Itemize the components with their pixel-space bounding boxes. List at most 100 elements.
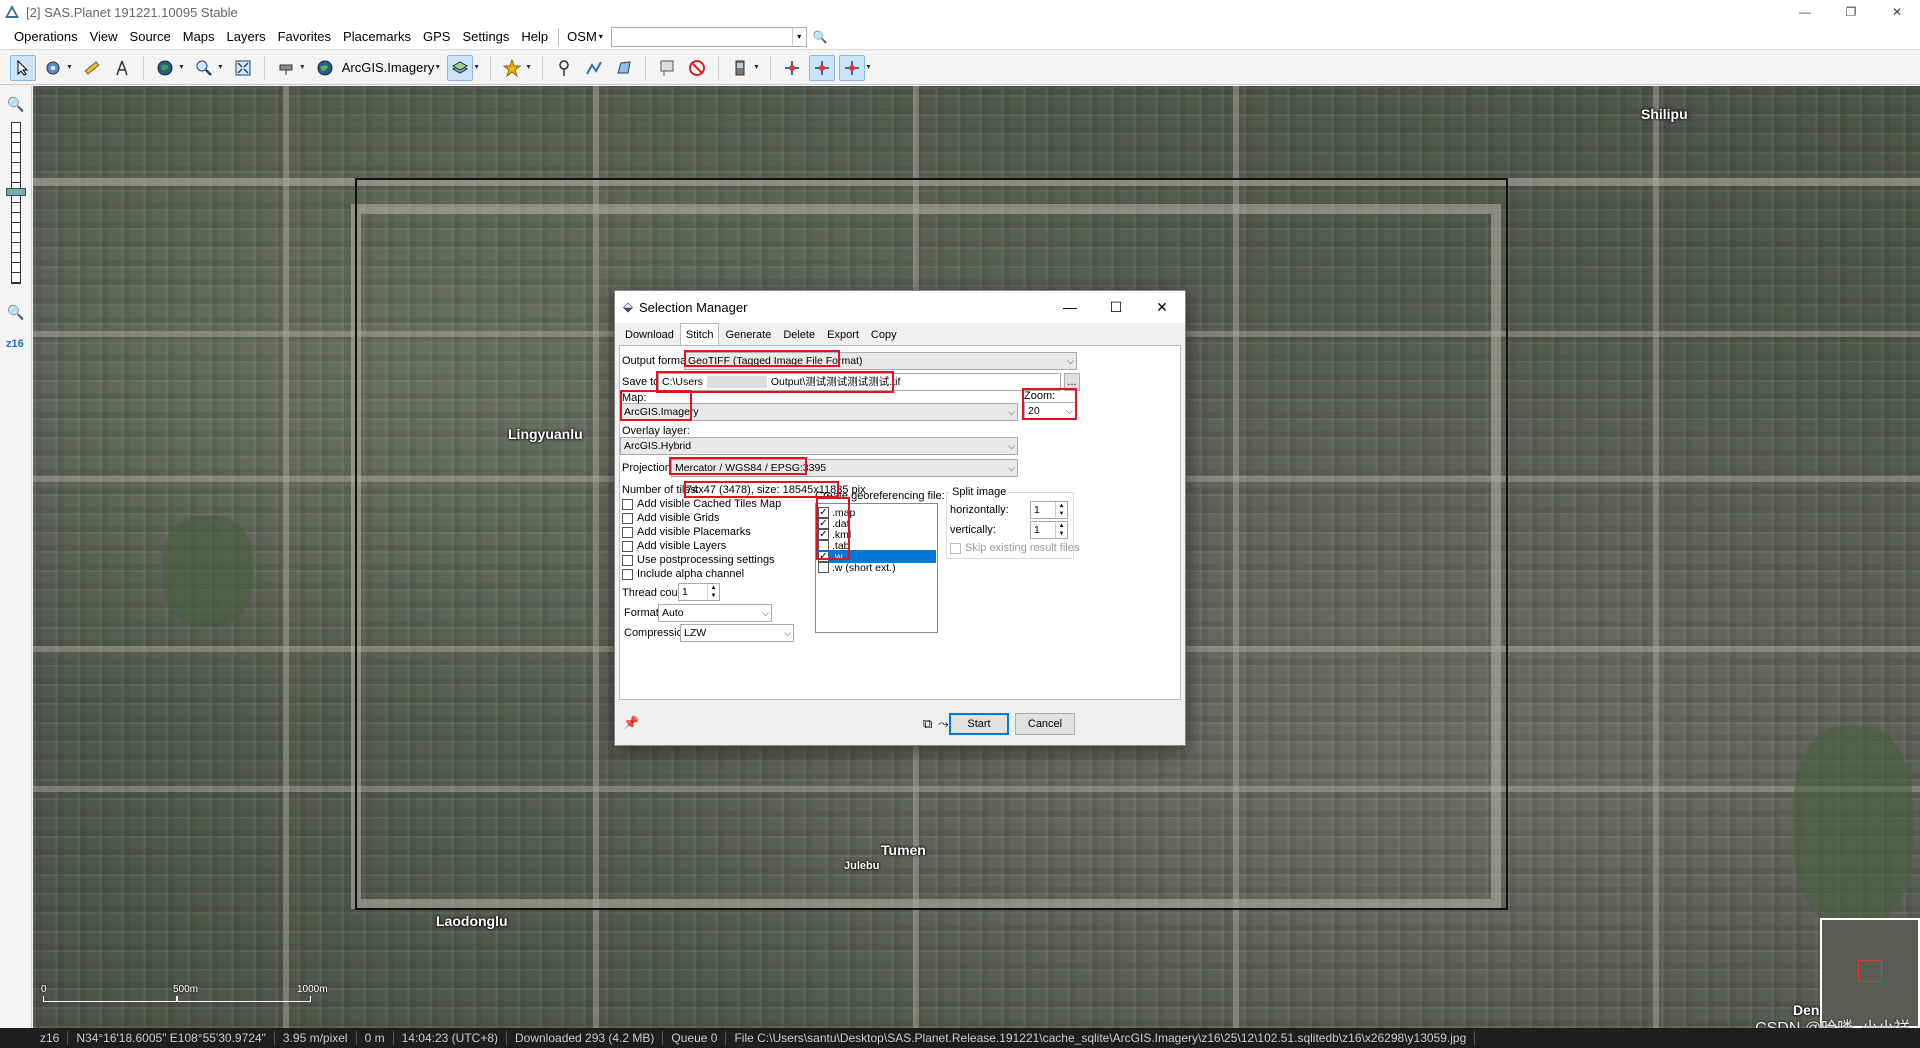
menu-gps[interactable]: GPS <box>417 26 456 48</box>
georef-item-w-short[interactable]: .w (short ext.) <box>818 561 936 574</box>
zoom-select[interactable]: 20 ⌵ <box>1024 402 1076 420</box>
chevron-down-icon[interactable]: ▼ <box>178 64 185 71</box>
tab-copy[interactable]: Copy <box>865 325 903 345</box>
cancel-button[interactable]: Cancel <box>1015 713 1075 735</box>
checkbox[interactable] <box>622 554 633 566</box>
menu-view[interactable]: View <box>84 26 124 48</box>
zoom-in-icon[interactable]: 🔍 <box>7 96 24 113</box>
star-icon[interactable] <box>499 55 525 81</box>
option-alpha-channel[interactable]: Include alpha channel <box>622 568 744 580</box>
minimize-button[interactable]: — <box>1782 0 1828 24</box>
ruler-icon[interactable] <box>79 55 105 81</box>
map-select[interactable]: ArcGIS.Imagery ⌵ <box>620 403 1018 421</box>
map-source-name[interactable]: ArcGIS.Imagery <box>342 60 434 75</box>
georef-list[interactable]: ✓ .map ✓ .dat ✓ .kml .tab ✓ .w .w (short ext… <box>815 503 938 633</box>
checkbox[interactable] <box>950 542 961 554</box>
copy-icon[interactable]: ⧉ <box>923 716 932 732</box>
projection-select[interactable]: Mercator / WGS84 / EPSG:3395 ⌵ <box>671 459 1018 477</box>
close-button[interactable]: ✕ <box>1874 0 1920 24</box>
checkbox[interactable] <box>622 512 633 524</box>
pin-icon[interactable]: 📌 <box>623 715 639 731</box>
chevron-down-icon[interactable]: ▼ <box>753 64 760 71</box>
menu-favorites[interactable]: Favorites <box>272 26 337 48</box>
menu-layers[interactable]: Layers <box>221 26 272 48</box>
menu-maps[interactable]: Maps <box>177 26 221 48</box>
block-icon[interactable] <box>684 55 710 81</box>
chevron-down-icon[interactable]: ▼ <box>66 64 73 71</box>
zoom-slider[interactable] <box>11 122 21 284</box>
dialog-close-button[interactable]: ✕ <box>1139 291 1185 323</box>
checkbox[interactable] <box>622 568 633 580</box>
restore-button[interactable]: ❐ <box>1828 0 1874 24</box>
checkbox[interactable] <box>622 526 633 538</box>
tab-export[interactable]: Export <box>821 325 865 345</box>
dialog-minimize-button[interactable]: — <box>1047 291 1093 323</box>
chevron-down-icon[interactable]: ▾ <box>791 27 806 46</box>
format-select[interactable]: Auto ⌵ <box>658 604 772 622</box>
gear-icon[interactable] <box>40 55 66 81</box>
option-cached-tiles[interactable]: Add visible Cached Tiles Map <box>622 498 781 510</box>
osm-dropdown[interactable]: OSM ▾ <box>563 29 607 44</box>
tab-stitch[interactable]: Stitch <box>679 323 720 345</box>
browse-button[interactable]: ... <box>1064 373 1080 391</box>
zoom-icon[interactable] <box>191 55 217 81</box>
vertical-split-spinner[interactable]: 1 ▲ ▼ <box>1030 521 1068 539</box>
menu-operations[interactable]: Operations <box>8 26 84 48</box>
menu-settings[interactable]: Settings <box>456 26 515 48</box>
dialog-maximize-button[interactable]: ☐ <box>1093 291 1139 323</box>
thread-count-spinner[interactable]: 1 ▲ ▼ <box>678 583 720 601</box>
placemark-icon[interactable] <box>654 55 680 81</box>
globe-icon[interactable] <box>152 55 178 81</box>
menu-placemarks[interactable]: Placemarks <box>337 26 417 48</box>
chevron-down-icon[interactable]: ▼ <box>299 64 306 71</box>
path-icon[interactable]: ⤳ <box>938 716 948 732</box>
checkbox[interactable] <box>622 540 633 552</box>
save-to-input[interactable]: C:\Users Output\测试测试测试测试.tif <box>658 373 1061 391</box>
gps-center-icon[interactable] <box>838 54 865 81</box>
minimap-viewport[interactable] <box>1858 960 1882 982</box>
menu-source[interactable]: Source <box>124 26 177 48</box>
fullscreen-icon[interactable] <box>230 55 256 81</box>
skip-existing-checkbox[interactable]: Skip existing result files <box>950 542 1079 554</box>
search-input[interactable]: ▾ <box>610 26 807 47</box>
tab-generate[interactable]: Generate <box>719 325 777 345</box>
chevron-down-icon[interactable]: ▼ <box>525 64 532 71</box>
gps-track-icon[interactable] <box>779 55 805 81</box>
cursor-icon[interactable] <box>10 54 36 81</box>
gps-icon[interactable] <box>727 55 753 81</box>
scale-label-0: 0 <box>41 984 47 995</box>
compass-icon[interactable] <box>109 55 135 81</box>
option-grids[interactable]: Add visible Grids <box>622 512 720 524</box>
chevron-down-icon[interactable]: ▼ <box>473 64 480 71</box>
chevron-down-icon[interactable]: ▼ <box>217 64 224 71</box>
globe-map-icon[interactable] <box>312 55 338 81</box>
output-format-select[interactable]: GeoTIFF (Tagged Image File Format) ⌵ <box>684 352 1077 370</box>
map-label-shilipu: Shilipu <box>1641 106 1688 122</box>
checkbox[interactable] <box>622 498 633 510</box>
horizontal-split-spinner[interactable]: 1 ▲ ▼ <box>1030 501 1068 519</box>
overlay-layer-select[interactable]: ArcGIS.Hybrid ⌵ <box>620 437 1018 455</box>
polygon-icon[interactable] <box>611 55 637 81</box>
chevron-down-icon[interactable]: ▼ <box>434 64 441 71</box>
zoom-slider-thumb[interactable] <box>6 188 26 196</box>
toolbar-separator <box>490 55 492 80</box>
zoom-out-icon[interactable]: 🔍 <box>7 304 24 321</box>
start-button[interactable]: Start <box>949 713 1009 735</box>
dialog-title-bar[interactable]: ⬙ Selection Manager — ☐ ✕ <box>615 291 1185 323</box>
map-label-laodonglu: Laodonglu <box>436 913 508 929</box>
layers-icon[interactable] <box>447 54 474 81</box>
satellite-icon[interactable] <box>273 55 299 81</box>
search-icon[interactable]: 🔍 <box>813 30 828 44</box>
minimap[interactable] <box>1820 918 1920 1028</box>
tab-delete[interactable]: Delete <box>777 325 821 345</box>
gps-marker-icon[interactable] <box>808 54 835 81</box>
option-layers[interactable]: Add visible Layers <box>622 540 726 552</box>
tab-download[interactable]: Download <box>619 325 680 345</box>
path-icon[interactable] <box>581 55 607 81</box>
pin-icon[interactable] <box>551 55 577 81</box>
option-placemarks[interactable]: Add visible Placemarks <box>622 526 751 538</box>
compression-select[interactable]: LZW ⌵ <box>680 624 794 642</box>
option-postprocessing[interactable]: Use postprocessing settings <box>622 554 775 566</box>
chevron-down-icon[interactable]: ▼ <box>865 64 872 71</box>
menu-help[interactable]: Help <box>515 26 554 48</box>
